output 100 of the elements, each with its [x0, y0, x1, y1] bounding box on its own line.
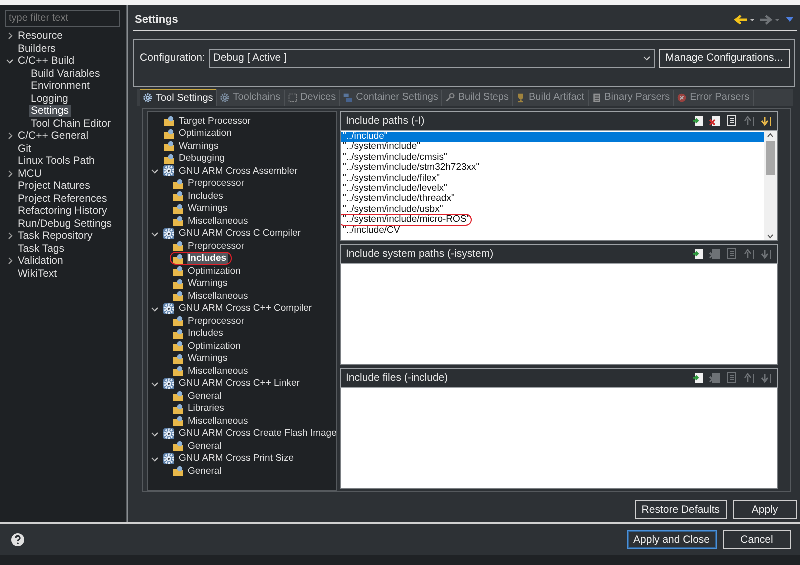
configuration-dropdown[interactable]: Debug [ Active ]: [209, 48, 655, 68]
delete-icon[interactable]: [709, 115, 721, 127]
nav-item[interactable]: Logging: [29, 92, 70, 105]
tree-item[interactable]: Debugging: [178, 153, 226, 164]
field-label: Configuration:: [140, 52, 206, 64]
tree-item[interactable]: Warnings: [187, 278, 229, 290]
list-item[interactable]: "../system/include/usbx": [341, 204, 764, 216]
tree-item[interactable]: Includes: [187, 253, 228, 264]
tree-item[interactable]: Miscellaneous: [187, 216, 250, 227]
page-button[interactable]: Apply: [733, 500, 797, 519]
tree-item[interactable]: General: [187, 390, 223, 402]
tree-item[interactable]: GNU ARM Cross C++ Linker: [178, 378, 301, 390]
tree-item[interactable]: Warnings: [187, 203, 229, 214]
list-item[interactable]: "../system/include/micro-ROS": [343, 215, 764, 226]
add-icon[interactable]: [692, 115, 704, 127]
tree-item[interactable]: GNU ARM Cross Print Size: [178, 453, 296, 464]
page-title: Settings: [135, 14, 180, 26]
list-item[interactable]: "../system/include/cmsis": [341, 152, 764, 164]
filter-field[interactable]: type filter text: [5, 10, 120, 27]
list-item[interactable]: "../include": [341, 132, 764, 142]
add-icon[interactable]: [692, 248, 704, 260]
manage-configurations-button[interactable]: Manage Configurations...: [658, 48, 790, 68]
dialog-button[interactable]: Cancel: [723, 530, 791, 549]
nav-item[interactable]: Builders: [16, 42, 58, 55]
nav-item[interactable]: Project References: [16, 192, 110, 205]
tree-item[interactable]: Optimization: [187, 340, 242, 352]
page-button[interactable]: Restore Defaults: [634, 500, 727, 519]
folder-gear-icon: [172, 252, 184, 265]
tab[interactable]: Tool Settings: [140, 89, 218, 106]
scroll-up-icon: [766, 131, 775, 139]
list-item[interactable]: "../include/CV: [341, 226, 764, 236]
tree-item[interactable]: Preprocessor: [187, 178, 246, 190]
tree-item[interactable]: Preprocessor: [187, 240, 246, 252]
dialog-button[interactable]: Apply and Close: [626, 530, 717, 549]
tree-item[interactable]: Libraries: [187, 403, 226, 414]
folder-gear-icon: [172, 402, 184, 415]
folder-gear-icon: [172, 340, 184, 352]
tree-item[interactable]: Optimization: [178, 128, 233, 140]
tree-item[interactable]: Includes: [187, 328, 224, 340]
tree-item[interactable]: GNU ARM Cross Create Flash Image: [178, 428, 336, 440]
nav-item[interactable]: Linux Tools Path: [16, 155, 97, 168]
nav-item[interactable]: Environment: [29, 80, 92, 92]
nav-item[interactable]: Build Variables: [29, 68, 102, 80]
gear-icon: [163, 228, 175, 240]
nav-item[interactable]: Tool Chain Editor: [29, 118, 113, 130]
nav-item[interactable]: C/C++ Build: [16, 55, 77, 68]
nav-item[interactable]: Project Natures: [16, 180, 92, 192]
folder-gear-icon: [163, 128, 175, 140]
nav-item[interactable]: C/C++ General: [16, 130, 91, 142]
tree-item[interactable]: Warnings: [187, 353, 229, 364]
folder-gear-icon: [172, 290, 184, 302]
folder-gear-icon: [172, 240, 184, 252]
nav-item[interactable]: Run/Debug Settings: [16, 218, 114, 230]
nav-item[interactable]: Validation: [16, 255, 66, 268]
folder-gear-icon: [172, 215, 184, 228]
nav-item[interactable]: WikiText: [16, 268, 60, 280]
tree-item[interactable]: Miscellaneous: [187, 290, 250, 302]
tree-item[interactable]: GNU ARM Cross Assembler: [178, 166, 299, 177]
gear-icon: [163, 378, 175, 390]
tree-item[interactable]: Miscellaneous: [187, 416, 250, 427]
nav-item[interactable]: Git: [16, 142, 34, 155]
tree-item[interactable]: Target Processor: [178, 116, 252, 127]
folder-gear-icon: [172, 415, 184, 428]
list-item[interactable]: "../system/include/stm32h723xx": [341, 163, 764, 174]
tree-item[interactable]: Includes: [187, 190, 224, 202]
tree-item[interactable]: GNU ARM Cross C++ Compiler: [178, 303, 314, 314]
folder-gear-icon: [172, 390, 184, 402]
tree-item[interactable]: Optimization: [187, 266, 242, 277]
list-box[interactable]: [340, 131, 778, 241]
scroll-thumb[interactable]: [766, 141, 775, 175]
list-item[interactable]: "../system/include/filex": [341, 174, 764, 184]
add-icon[interactable]: [692, 372, 704, 384]
nav-item[interactable]: Settings: [29, 105, 71, 118]
gear-icon: [163, 302, 175, 315]
folder-gear-icon: [163, 152, 175, 165]
nav-item[interactable]: MCU: [16, 168, 44, 180]
help-icon[interactable]: [11, 532, 25, 546]
folder-gear-icon: [172, 440, 184, 452]
tree-item[interactable]: Miscellaneous: [187, 366, 250, 377]
nav-item[interactable]: Refactoring History: [16, 205, 110, 218]
list-item[interactable]: "../system/include/levelx": [341, 184, 764, 194]
list-item[interactable]: "../system/include": [341, 142, 764, 153]
folder-gear-icon: [172, 190, 184, 202]
scrollbar[interactable]: [764, 131, 777, 240]
list-item[interactable]: "../system/include/threadx": [341, 194, 764, 205]
scroll-down-icon: [766, 232, 775, 240]
move-down-icon[interactable]: [760, 115, 772, 127]
nav-item[interactable]: Task Repository: [16, 230, 95, 242]
tree-item[interactable]: General: [187, 440, 223, 452]
gear-icon: [163, 428, 175, 440]
container-icon: [343, 92, 354, 102]
nav-item[interactable]: Task Tags: [16, 242, 66, 255]
nav-item[interactable]: Resource: [16, 30, 65, 42]
wrench-icon: [445, 92, 456, 102]
tree-item[interactable]: General: [187, 466, 223, 477]
tree-item[interactable]: Warnings: [178, 140, 220, 152]
tree-item[interactable]: GNU ARM Cross C Compiler: [178, 228, 302, 240]
back-icon[interactable]: [733, 14, 756, 26]
tree-item[interactable]: Preprocessor: [187, 316, 246, 327]
folder-gear-icon: [163, 140, 175, 152]
